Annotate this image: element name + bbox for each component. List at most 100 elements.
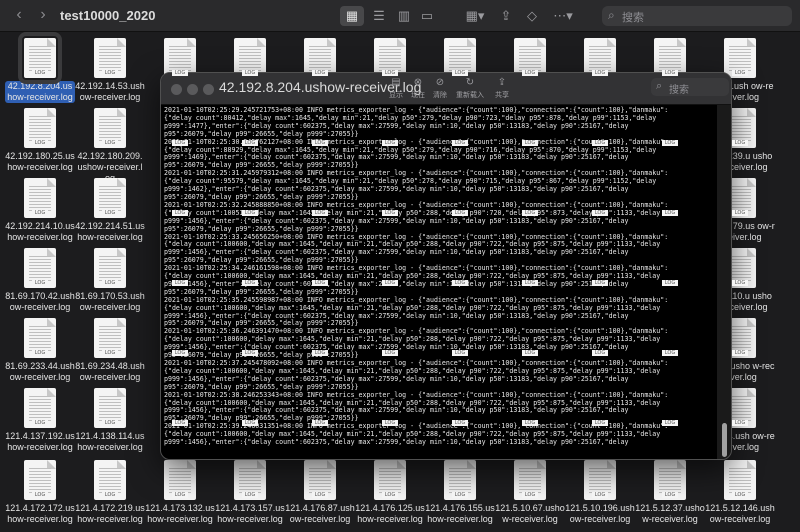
file-type-tag: LOG [382, 492, 398, 498]
search-icon: ⌕ [656, 80, 663, 92]
icon-view-button[interactable]: ▦ [340, 6, 364, 26]
file-type-tag: LOG [522, 210, 538, 216]
file-item[interactable]: LOG42.192.180.209.ushow-receiver.log [75, 108, 145, 184]
file-item[interactable]: LOG 121.4.172.172.ushow-receiver.log [5, 460, 75, 525]
file-name: 121.5.10.67.ushow-receiver.log [495, 503, 565, 524]
log-file-icon: LOG [18, 32, 62, 84]
forward-icon[interactable]: › [36, 6, 50, 24]
list-view-button[interactable]: ☰ [368, 6, 390, 26]
file-type-tag: LOG [382, 350, 398, 356]
file-item[interactable]: LOG 121.5.10.196.ushow-receiver.log [565, 460, 635, 525]
file-item[interactable]: LOG 121.4.138.114.ushow-receiver.log [75, 388, 145, 453]
file-item[interactable]: LOG 42.192.180.25.ushow-receiver.log [5, 108, 75, 173]
file-type-tag: LOG [592, 350, 608, 356]
share-button[interactable]: ⇪ 共享 [489, 75, 515, 100]
file-type-tag: LOG [312, 70, 328, 76]
file-type-tag: LOG [242, 140, 258, 146]
minimize-button[interactable] [187, 84, 198, 95]
reload-label: 重新载入 [456, 92, 484, 99]
file-item[interactable]: LOG 121.4.137.192.ushow-receiver.log [5, 388, 75, 453]
file-type-tag: LOG [662, 140, 678, 146]
file-item[interactable]: LOG 81.69.234.48.ushow-receiver.log [75, 318, 145, 383]
log-file-icon: LOG [94, 388, 126, 428]
file-type-tag: LOG [662, 420, 678, 426]
file-type-tag: LOG [382, 70, 398, 76]
column-view-button[interactable]: ▥ [393, 6, 415, 26]
reload-button[interactable]: ↻ 重新载入 [455, 75, 485, 100]
file-type-tag: LOG [452, 350, 468, 356]
clear-icon: ⊘ [435, 77, 445, 88]
file-item[interactable]: LOG 121.4.176.125.ushow-receiver.log [355, 460, 425, 525]
log-file-icon: LOG [24, 178, 56, 218]
file-type-tag: LOG [102, 350, 118, 356]
group-button[interactable]: ▦▾ [462, 6, 488, 26]
file-item[interactable]: LOG 121.4.173.132.ushow-receiver.log [145, 460, 215, 525]
vertical-scrollbar[interactable] [717, 105, 731, 459]
file-name: 121.5.10.196.ushow-receiver.log [565, 503, 635, 524]
file-item[interactable]: LOG 81.69.233.44.ushow-receiver.log [5, 318, 75, 383]
file-name: 121.4.138.114.ushow-receiver.log [75, 431, 145, 452]
file-name: 81.69.234.48.ushow-receiver.log [75, 361, 145, 382]
file-item[interactable]: LOG 81.69.170.53.ushow-receiver.log [75, 248, 145, 313]
file-name: 121.4.176.155.ushow-receiver.log [425, 503, 495, 524]
file-type-tag: LOG [32, 350, 48, 356]
file-type-tag: LOG [522, 70, 538, 76]
file-type-tag: LOG [172, 350, 188, 356]
file-type-tag: LOG [172, 140, 188, 146]
file-item[interactable]: LOG 121.5.12.37.ushow-receiver.log [635, 460, 705, 525]
file-type-tag: LOG [172, 492, 188, 498]
log-file-icon: LOG [24, 248, 56, 288]
file-name: 121.4.173.157.ushow-receiver.log [215, 503, 285, 524]
scrollbar-thumb[interactable] [722, 423, 727, 457]
log-file-icon: LOG [584, 460, 616, 500]
file-item[interactable]: LOG 121.4.173.157.ushow-receiver.log [215, 460, 285, 525]
file-name: 121.4.172.219.ushow-receiver.log [75, 503, 145, 524]
file-type-tag: LOG [382, 420, 398, 426]
file-item[interactable]: LOG 121.5.10.67.ushow-receiver.log [495, 460, 565, 525]
share-icon[interactable]: ⇪ [496, 6, 516, 26]
file-item[interactable]: LOG 121.4.176.87.ushow-receiver.log [285, 460, 355, 525]
file-item[interactable]: LOG 42.192.8.204.ushow-receiver.log [5, 32, 75, 103]
file-type-tag: LOG [102, 210, 118, 216]
file-item[interactable]: LOG 121.4.172.219.ushow-receiver.log [75, 460, 145, 525]
gallery-view-button[interactable]: ▭ [416, 6, 438, 26]
file-type-tag: LOG [32, 210, 48, 216]
tag-icon[interactable]: ◇ [522, 6, 542, 26]
file-type-tag: LOG [102, 140, 118, 146]
file-type-tag: LOG [662, 210, 678, 216]
clear-button[interactable]: ⊘ 清除 [427, 75, 453, 100]
zoom-button[interactable] [203, 84, 214, 95]
file-item[interactable]: LOG 42.192.214.10.ushow-receiver.log [5, 178, 75, 243]
file-type-tag: LOG [522, 350, 538, 356]
file-item[interactable]: LOG 42.192.214.51.ushow-receiver.log [75, 178, 145, 243]
quicklook-search-field[interactable]: ⌕ 搜索 [651, 78, 729, 96]
log-line: p999":1456},"enter":{"delay count":60237… [164, 438, 629, 447]
window-title: test10000_2020 [60, 8, 156, 23]
search-field[interactable]: ⌕ 搜索 [602, 6, 792, 26]
action-menu-button[interactable]: ⋯▾ [550, 6, 576, 26]
search-placeholder: 搜索 [622, 12, 644, 24]
log-file-icon: LOG [94, 38, 126, 78]
file-item[interactable]: LOG 42.192.14.53.ushow-receiver.log [75, 38, 145, 103]
file-type-tag: LOG [592, 70, 608, 76]
file-item[interactable]: LOG 81.69.170.42.ushow-receiver.log [5, 248, 75, 313]
log-file-icon: LOG [94, 248, 126, 288]
file-type-tag: LOG [242, 420, 258, 426]
back-icon[interactable]: ‹ [12, 6, 26, 24]
file-name: 42.192.8.204.ushow-receiver.log [5, 81, 75, 103]
log-file-icon: LOG [374, 460, 406, 500]
file-type-tag: LOG [522, 140, 538, 146]
log-file-icon: LOG [234, 460, 266, 500]
file-type-tag: LOG [592, 280, 608, 286]
file-type-tag: LOG [312, 140, 328, 146]
file-item[interactable]: LOG 121.4.176.155.ushow-receiver.log [425, 460, 495, 525]
file-type-tag: LOG [312, 280, 328, 286]
file-name: 121.5.12.37.ushow-receiver.log [635, 503, 705, 524]
file-type-tag: LOG [102, 492, 118, 498]
file-item[interactable]: LOG 121.5.12.146.ushow-receiver.log [705, 460, 775, 525]
file-type-tag: LOG [732, 70, 748, 76]
close-button[interactable] [171, 84, 182, 95]
file-type-tag: LOG [172, 280, 188, 286]
log-file-icon: LOG [654, 460, 686, 500]
log-file-icon: LOG [94, 318, 126, 358]
